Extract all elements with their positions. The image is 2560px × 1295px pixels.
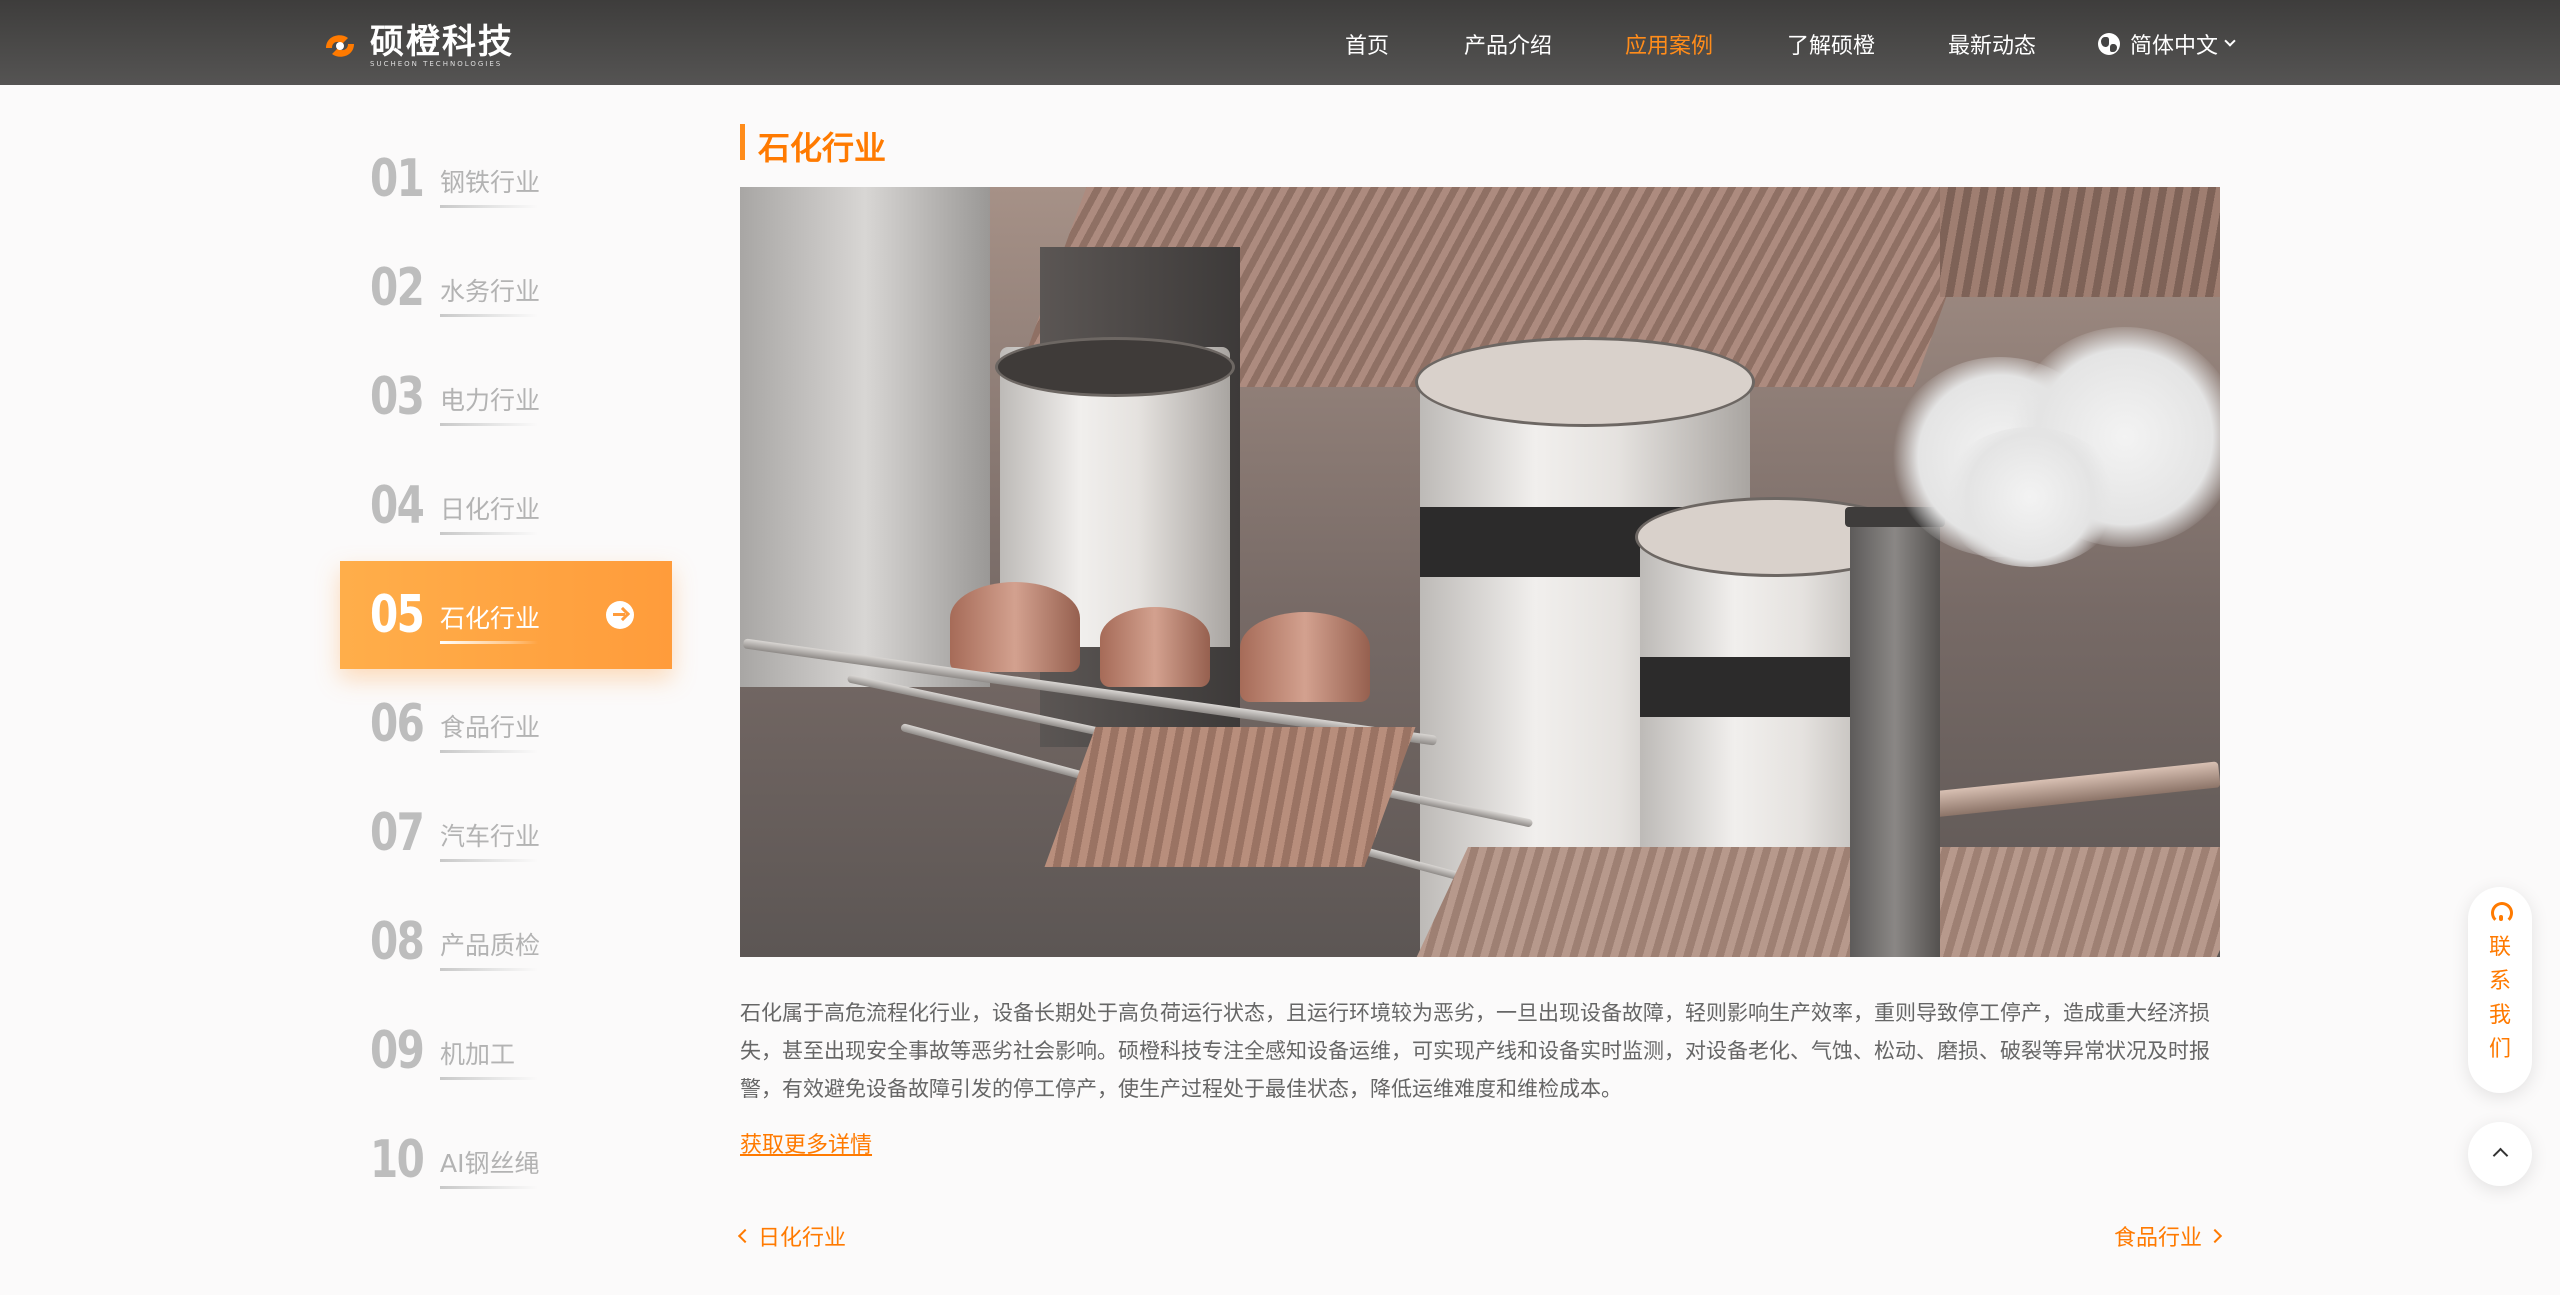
sidebar-item-label: 水务行业	[440, 277, 541, 306]
globe-icon	[2098, 33, 2120, 55]
sidebar-item-label: 电力行业	[440, 386, 541, 415]
contact-us-button[interactable]: 联 系 我 们	[2468, 887, 2532, 1093]
sidebar-item-number: 07	[370, 803, 425, 863]
headset-icon	[2489, 901, 2513, 924]
prev-industry-label: 日化行业	[758, 1226, 847, 1251]
sidebar-item-number: 08	[370, 912, 425, 972]
language-label: 简体中文	[2130, 34, 2219, 59]
sidebar-item-power[interactable]: 03 电力行业	[340, 343, 672, 451]
sidebar-item-number: 01	[370, 149, 425, 209]
sidebar-item-label: 产品质检	[440, 931, 541, 960]
sidebar-item-petrochemical[interactable]: 05 石化行业	[340, 561, 672, 669]
logo-name: 硕橙科技	[370, 22, 514, 62]
sidebar-item-underline	[440, 532, 538, 535]
sidebar-item-underline	[440, 968, 538, 971]
chevron-left-icon	[737, 1228, 753, 1244]
sidebar-item-quality[interactable]: 08 产品质检	[340, 888, 672, 996]
sidebar-item-underline	[440, 1077, 538, 1080]
sidebar-item-label: 机加工	[440, 1040, 516, 1069]
nav-cases[interactable]: 应用案例	[1625, 28, 1713, 60]
page-title: 石化行业	[758, 129, 887, 167]
sidebar-item-underline	[440, 423, 538, 426]
next-industry-label: 食品行业	[2113, 1226, 2202, 1251]
sidebar-item-machining[interactable]: 09 机加工	[340, 997, 672, 1105]
sidebar-item-number: 06	[370, 694, 425, 754]
sidebar-item-underline	[440, 314, 538, 317]
logo-mark-icon	[318, 24, 362, 68]
nav-home[interactable]: 首页	[1345, 28, 1389, 60]
contact-char: 我	[2488, 1003, 2511, 1028]
contact-char: 联	[2488, 935, 2511, 960]
industry-photo	[740, 187, 2220, 957]
sidebar-item-chemical[interactable]: 04 日化行业	[340, 452, 672, 560]
title-accent-bar	[740, 124, 745, 160]
sidebar-item-number: 03	[370, 367, 425, 427]
next-industry-link[interactable]: 食品行业	[2113, 1220, 2223, 1252]
sidebar-item-food[interactable]: 06 食品行业	[340, 670, 672, 778]
sidebar-item-number: 10	[370, 1130, 425, 1190]
nav-about[interactable]: 了解硕橙	[1787, 28, 1875, 60]
back-to-top-button[interactable]	[2468, 1122, 2532, 1186]
sidebar-item-underline	[440, 859, 538, 862]
more-details-link[interactable]: 获取更多详情	[740, 1127, 872, 1159]
contact-char: 们	[2488, 1037, 2511, 1062]
sidebar-item-underline	[440, 641, 538, 644]
sidebar-item-label: 食品行业	[440, 713, 541, 742]
nav-products[interactable]: 产品介绍	[1464, 28, 1552, 60]
sidebar-item-underline	[440, 1186, 538, 1189]
sidebar-item-number: 09	[370, 1021, 425, 1081]
sidebar-item-automotive[interactable]: 07 汽车行业	[340, 779, 672, 887]
sidebar-item-number: 04	[370, 476, 425, 536]
sidebar-item-steel[interactable]: 01 钢铁行业	[340, 125, 672, 233]
industry-description: 石化属于高危流程化行业，设备长期处于高负荷运行状态，且运行环境较为恶劣，一旦出现…	[740, 1001, 2210, 1101]
sidebar-item-label: AI钢丝绳	[440, 1149, 540, 1178]
sidebar-item-number: 05	[370, 585, 425, 645]
logo-tagline: SUCHEON TECHNOLOGIES	[370, 60, 503, 68]
sidebar-item-water[interactable]: 02 水务行业	[340, 234, 672, 342]
arrow-right-circle-icon	[606, 601, 634, 629]
sidebar-item-label: 石化行业	[440, 604, 541, 633]
chevron-right-icon	[2207, 1228, 2223, 1244]
chevron-down-icon	[2224, 35, 2236, 47]
sidebar-item-underline	[440, 750, 538, 753]
nav-news[interactable]: 最新动态	[1948, 28, 2036, 60]
language-selector[interactable]: 简体中文	[2098, 28, 2236, 60]
sidebar-item-underline	[440, 205, 538, 208]
top-header: 硕橙科技 SUCHEON TECHNOLOGIES 首页 产品介绍 应用案例 了…	[0, 0, 2560, 85]
prev-industry-link[interactable]: 日化行业	[737, 1220, 847, 1252]
contact-char: 系	[2488, 969, 2511, 994]
sidebar-item-wire-rope[interactable]: 10 AI钢丝绳	[340, 1106, 672, 1214]
logo[interactable]: 硕橙科技 SUCHEON TECHNOLOGIES	[318, 22, 514, 70]
sidebar-item-label: 钢铁行业	[440, 168, 541, 197]
sidebar-item-label: 汽车行业	[440, 822, 541, 851]
sidebar-item-label: 日化行业	[440, 495, 541, 524]
sidebar-item-number: 02	[370, 258, 425, 318]
